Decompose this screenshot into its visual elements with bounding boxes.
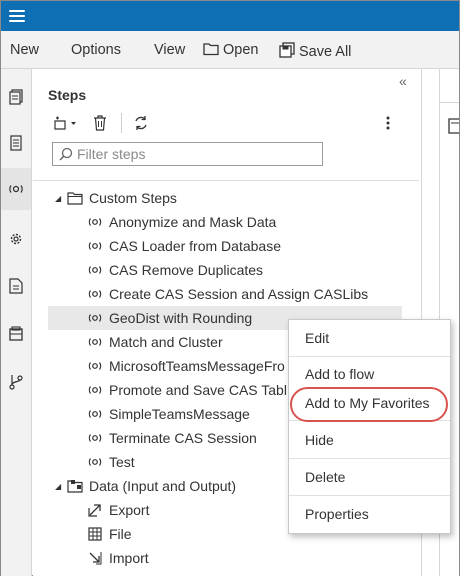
folder-icon (67, 190, 83, 206)
custom-step-icon (87, 238, 103, 254)
new-step-button[interactable] (53, 113, 77, 133)
list-item[interactable]: Import (87, 546, 149, 570)
list-item-label: SimpleTeamsMessage (109, 406, 250, 422)
context-menu-delete[interactable]: Delete (305, 469, 345, 485)
list-item[interactable]: MicrosoftTeamsMessageFro (87, 354, 285, 378)
left-icon-rail (1, 69, 32, 576)
menubar: New Options View Open Save All (1, 31, 459, 69)
steps-icon[interactable] (1, 168, 31, 210)
list-item[interactable]: File (87, 522, 132, 546)
custom-step-icon (87, 286, 103, 302)
document-icon[interactable] (5, 86, 27, 108)
list-item-label: GeoDist with Rounding (109, 310, 253, 326)
save-all-button[interactable]: Save All (279, 42, 351, 60)
filter-steps-input[interactable] (77, 146, 317, 162)
export-icon (87, 502, 103, 518)
list-item-label: Terminate CAS Session (109, 430, 257, 446)
group-data-input-output[interactable]: ◢ Data (Input and Output) (55, 474, 236, 498)
list-item-label: Test (109, 454, 135, 470)
list-item[interactable]: SimpleTeamsMessage (87, 402, 250, 426)
new-menu[interactable]: New (10, 42, 39, 58)
expand-triangle-icon: ◢ (55, 193, 62, 203)
list-item[interactable]: Export (87, 498, 149, 522)
refresh-button[interactable] (133, 113, 149, 133)
list-item-label: CAS Remove Duplicates (109, 262, 264, 278)
menu-separator (289, 458, 450, 459)
options-menu[interactable]: Options (71, 42, 121, 58)
list-item[interactable]: CAS Remove Duplicates (87, 258, 263, 282)
list-item-label: CAS Loader from Database (109, 238, 281, 254)
collapse-panel-icon[interactable]: « (399, 73, 407, 89)
file-code-icon[interactable] (5, 275, 27, 297)
list-item-label: Import (109, 550, 149, 566)
custom-step-icon (87, 214, 103, 230)
list-item-label: Match and Cluster (109, 334, 223, 350)
list-item-label: MicrosoftTeamsMessageFro (109, 358, 285, 374)
refresh-icon (135, 116, 147, 130)
delete-step-button[interactable] (93, 113, 107, 133)
custom-step-icon (87, 310, 103, 326)
list-item-label: Create CAS Session and Assign CASLibs (109, 286, 369, 302)
list-item[interactable]: Promote and Save CAS Tabl (87, 378, 287, 402)
menu-separator (289, 495, 450, 496)
custom-step-icon (87, 454, 103, 470)
locked-folder-icon (67, 478, 83, 494)
save-all-label: Save All (299, 44, 352, 60)
list-item[interactable]: CAS Loader from Database (87, 234, 281, 258)
group-label: Data (Input and Output) (89, 478, 237, 494)
partial-page-icon[interactable] (448, 118, 459, 134)
context-menu-hide[interactable]: Hide (305, 432, 334, 448)
save-all-icon (279, 42, 295, 58)
app-topbar (1, 1, 459, 31)
folder-open-icon (203, 43, 219, 56)
list-item[interactable]: Terminate CAS Session (87, 426, 257, 450)
list-item-label: File (109, 526, 132, 542)
panel-title: Steps (48, 87, 87, 103)
context-menu-properties[interactable]: Properties (305, 506, 369, 522)
page-icon[interactable] (5, 132, 27, 154)
toolbar-separator (121, 113, 122, 133)
library-icon[interactable] (5, 323, 27, 345)
group-label: Custom Steps (89, 190, 177, 206)
custom-step-icon (87, 262, 103, 278)
search-icon (59, 147, 73, 161)
filter-steps-field[interactable] (52, 142, 323, 166)
new-step-icon (54, 116, 76, 130)
list-item[interactable]: Anonymize and Mask Data (87, 210, 276, 234)
list-item[interactable]: Create CAS Session and Assign CASLibs (87, 282, 368, 306)
hamburger-menu-icon[interactable] (7, 7, 27, 25)
trash-icon (94, 115, 106, 131)
view-menu[interactable]: View (154, 42, 185, 58)
list-item-label: Export (109, 502, 150, 518)
highlight-ring (290, 387, 448, 422)
context-menu-edit[interactable]: Edit (305, 330, 329, 346)
menu-separator (289, 356, 450, 357)
custom-step-icon (87, 334, 103, 350)
list-item-label: Promote and Save CAS Tabl (109, 382, 287, 398)
group-custom-steps[interactable]: ◢ Custom Steps (55, 186, 177, 210)
open-label: Open (223, 42, 259, 58)
expand-triangle-icon: ◢ (55, 481, 62, 491)
open-button[interactable]: Open (203, 42, 258, 58)
more-options-button[interactable] (385, 113, 391, 133)
panel-divider (33, 180, 419, 181)
table-icon (87, 526, 103, 542)
gear-icon[interactable] (5, 228, 27, 250)
separator (439, 102, 459, 103)
import-icon (87, 550, 103, 566)
custom-step-icon (87, 358, 103, 374)
list-item[interactable]: Match and Cluster (87, 330, 223, 354)
custom-step-icon (87, 406, 103, 422)
custom-step-icon (87, 430, 103, 446)
list-item[interactable]: Test (87, 450, 135, 474)
custom-step-icon (87, 382, 103, 398)
more-vertical-icon (386, 116, 390, 130)
git-icon[interactable] (5, 371, 27, 393)
context-menu-add-to-flow[interactable]: Add to flow (305, 366, 374, 382)
list-item-label: Anonymize and Mask Data (109, 214, 277, 230)
context-menu: Edit Add to flow Add to My Favorites Hid… (288, 319, 451, 534)
